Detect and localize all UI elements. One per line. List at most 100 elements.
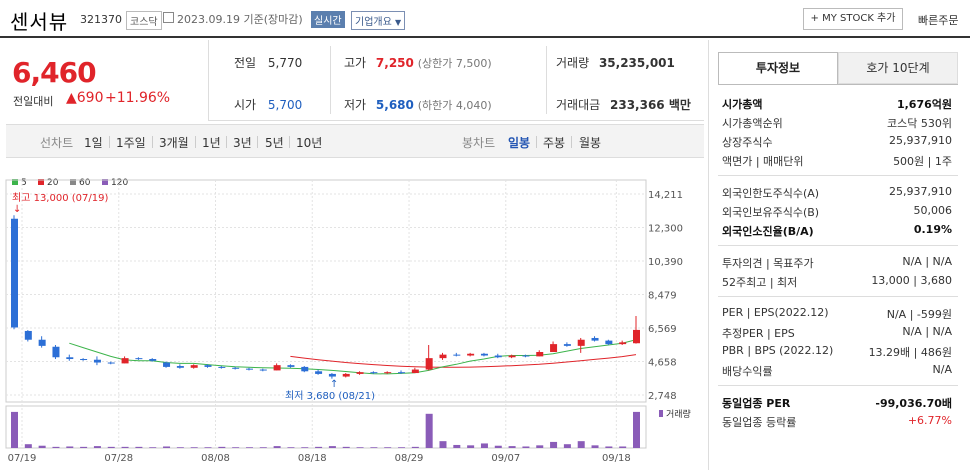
volume-bars <box>11 411 640 448</box>
y-tick-label: 2,748 <box>648 391 677 402</box>
info-row: 시가총액 1,676억원 <box>722 96 952 114</box>
info-row-label: 액면가 | 매매단위 <box>722 155 804 168</box>
volume-bar <box>328 446 336 448</box>
candle-body <box>550 344 558 353</box>
divider <box>226 136 227 148</box>
info-row-value: -99,036.70배 <box>875 397 952 410</box>
divider <box>330 46 331 114</box>
current-price: 6,460 <box>12 56 97 89</box>
info-row: 동일업종 등락률 +6.77% <box>722 414 952 432</box>
volume-bar <box>633 411 640 448</box>
candle-body <box>24 330 32 340</box>
info-row: PBR | BPS (2022.12) 13.29배 | 486원 <box>722 344 952 362</box>
candle-body <box>135 358 143 360</box>
volume-bar <box>536 445 544 448</box>
candle-body <box>245 368 253 370</box>
tab-daily[interactable]: 일봉 <box>508 134 530 151</box>
tab-period-3m[interactable]: 3개월 <box>159 134 189 151</box>
high-value: 7,250 <box>375 56 414 70</box>
divider <box>208 120 704 121</box>
tab-period-1w[interactable]: 1주일 <box>116 134 146 151</box>
info-row-label: 배당수익률 <box>722 365 773 378</box>
divider <box>718 84 958 85</box>
add-my-stock-button[interactable]: + MY STOCK 추가 <box>803 8 903 30</box>
tab-investment-info[interactable]: 투자정보 <box>718 52 838 84</box>
volume-bar <box>80 446 88 448</box>
info-row-value: N/A | N/A <box>902 325 952 338</box>
info-row-label: 상장주식수 <box>722 136 773 149</box>
info-row-label: 외국인한도주식수(A) <box>722 187 820 200</box>
corp-info-label: 기업개요 <box>355 17 392 28</box>
info-row-value: 13,000 | 3,680 <box>871 274 952 287</box>
info-row-label: 시가총액 <box>722 98 763 111</box>
tab-period-3y[interactable]: 3년 <box>233 134 252 151</box>
volume-bar <box>190 447 198 448</box>
stat-amount: 거래대금 233,366 백만 <box>556 96 691 113</box>
divider <box>109 136 110 148</box>
info-row-value: 13.29배 | 486원 <box>868 346 952 359</box>
tab-period-10y[interactable]: 10년 <box>296 134 322 151</box>
low-arrow-icon: ↑ <box>330 379 338 390</box>
info-row: 추정PER | EPS N/A | N/A <box>722 325 952 343</box>
base-date: 2023.09.19 기준(장마감) <box>177 13 303 26</box>
volume-bar <box>107 446 115 448</box>
volume-bar <box>176 447 184 448</box>
candle-body <box>342 373 350 377</box>
change-label: 전일대비 <box>13 95 54 108</box>
volume-bar <box>398 447 406 448</box>
info-row-label: 52주최고 | 최저 <box>722 276 798 289</box>
calendar-icon <box>163 12 174 23</box>
volume-bar <box>232 447 240 448</box>
high-note: (상한가 7,500) <box>417 57 492 70</box>
info-row-value: +6.77% <box>907 414 952 427</box>
candle-body <box>480 353 488 356</box>
amount-label: 거래대금 <box>556 98 601 112</box>
candle-body <box>259 369 267 371</box>
tab-period-1y[interactable]: 1년 <box>202 134 221 151</box>
candle-body <box>190 365 198 368</box>
candle-body <box>467 353 475 356</box>
y-tick-label: 10,390 <box>648 257 683 268</box>
volume-bar <box>121 446 129 448</box>
info-row-label: PBR | BPS (2022.12) <box>722 344 834 357</box>
low-note: (하한가 4,040) <box>417 99 492 112</box>
candle-body <box>149 359 157 361</box>
volume-bar <box>480 443 488 448</box>
volume-bar <box>439 441 447 448</box>
divider <box>195 136 196 148</box>
candle-body <box>52 346 60 358</box>
volume-bar <box>52 446 60 448</box>
tab-candle-chart[interactable]: 봉차트 <box>462 134 495 151</box>
tab-line-chart[interactable]: 선차트 <box>40 134 73 151</box>
divider <box>208 40 209 120</box>
realtime-button[interactable]: 실시간 <box>311 11 345 28</box>
y-tick-label: 14,211 <box>648 190 683 201</box>
quick-order-button[interactable]: 빠른주문 <box>918 12 958 28</box>
info-row: 외국인한도주식수(A) 25,937,910 <box>722 185 952 203</box>
volume-bar <box>273 446 281 448</box>
candle-body <box>425 358 433 370</box>
tab-period-5y[interactable]: 5년 <box>265 134 284 151</box>
info-row: 시가총액순위 코스닥 530위 <box>722 115 952 133</box>
corp-info-dropdown[interactable]: 기업개요 ▼ <box>351 11 406 30</box>
y-tick-label: 12,300 <box>648 224 683 235</box>
tab-weekly[interactable]: 주봉 <box>543 134 565 151</box>
stock-name: 센서뷰 <box>10 10 69 34</box>
price-change-pct: +11.96% <box>105 90 171 106</box>
tab-period-1d[interactable]: 1일 <box>84 134 103 151</box>
candle-body <box>93 359 101 363</box>
prev-label: 전일 <box>234 56 257 70</box>
info-row-value: 0.19% <box>913 223 952 236</box>
info-row-value: 1,676억원 <box>896 98 952 111</box>
x-tick-label: 07/28 <box>104 453 133 464</box>
tab-monthly[interactable]: 월봉 <box>579 134 601 151</box>
info-row-label: 동일업종 PER <box>722 397 791 410</box>
candle-body <box>536 352 544 357</box>
high-label: 고가 <box>344 56 367 70</box>
info-row: 외국인보유주식수(B) 50,006 <box>722 204 952 222</box>
info-row-value: 코스닥 530위 <box>887 117 952 130</box>
y-tick-label: 6,569 <box>648 324 677 335</box>
candle-body <box>384 372 392 374</box>
tab-order-book[interactable]: 호가 10단계 <box>838 52 958 84</box>
candlestick-chart: 5 20 60 120 14,21112,30010,3908,4796,569… <box>5 178 691 464</box>
